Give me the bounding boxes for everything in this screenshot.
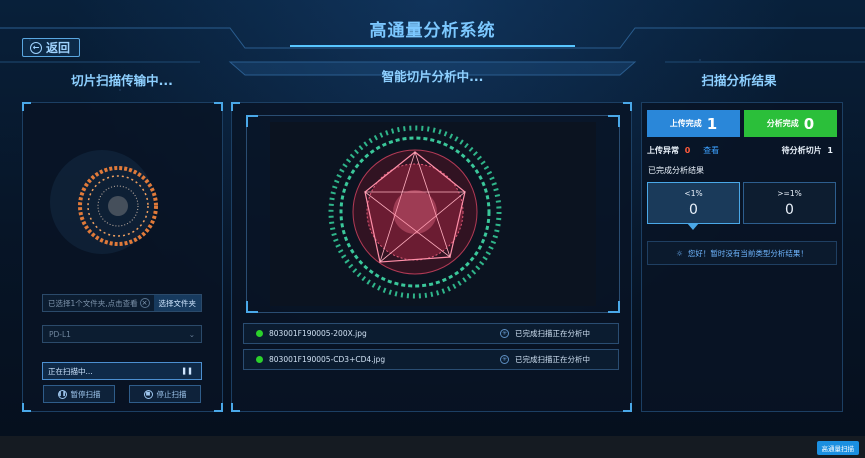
- corner-decoration: [214, 403, 223, 412]
- scan-progress-text: 正在扫描中...: [48, 366, 93, 376]
- choose-folder-button[interactable]: 选择文件夹: [153, 295, 201, 311]
- corner-decoration: [22, 102, 31, 111]
- view-link[interactable]: 查看: [703, 146, 719, 155]
- scan-progress-bar: 正在扫描中... ❚❚: [42, 362, 202, 380]
- status-dot: [256, 356, 263, 363]
- pause-icon: ❚❚: [181, 367, 193, 375]
- corner-decoration: [231, 102, 240, 111]
- status-dot: [256, 330, 263, 337]
- corner-decoration: [246, 301, 258, 313]
- analysis-sphere-animation: [270, 122, 596, 306]
- globe-icon: ✳: [500, 355, 509, 364]
- pause-circle-icon: ❚❚: [57, 389, 67, 399]
- upload-complete-label: 上传完成: [669, 119, 702, 128]
- result-label: >=1%: [777, 189, 802, 198]
- file-status: ✳ 已完成扫描正在分析中: [500, 328, 618, 339]
- folder-select-field[interactable]: 已选择1个文件夹,点击查看 × 选择文件夹: [42, 294, 202, 312]
- upload-error-label: 上传异常: [647, 146, 679, 155]
- corner-decoration: [231, 403, 240, 412]
- back-button[interactable]: ← 返回: [22, 38, 80, 57]
- upload-error-stat: 上传异常 0 查看: [647, 145, 719, 156]
- upload-error-count: 0: [684, 146, 691, 155]
- back-button-label: 返回: [46, 41, 71, 55]
- file-name: 803001F190005-CD3+CD4.jpg: [269, 355, 386, 364]
- result-label: <1%: [684, 189, 703, 198]
- scan-ring-animation: [50, 150, 158, 254]
- corner-decoration: [623, 102, 632, 111]
- result-tab-lt1[interactable]: <1% 0: [647, 182, 740, 224]
- file-status-text: 已完成扫描正在分析中: [515, 329, 590, 338]
- analysis-complete-button[interactable]: 分析完成 0: [744, 110, 837, 137]
- result-tab-ge1[interactable]: >=1% 0: [743, 182, 836, 224]
- file-name: 803001F190005-200X.jpg: [269, 329, 367, 338]
- upload-complete-count: 1: [706, 114, 718, 133]
- stop-scan-label: 停止扫描: [156, 389, 187, 399]
- stop-scan-button[interactable]: ■ 停止扫描: [129, 385, 201, 403]
- result-value: 0: [689, 202, 698, 218]
- center-section-title: 智能切片分析中...: [381, 69, 484, 84]
- pending-label: 待分析切片: [781, 146, 822, 155]
- completed-results-heading: 已完成分析结果: [648, 166, 704, 175]
- clear-icon[interactable]: ×: [139, 298, 150, 308]
- result-value: 0: [785, 202, 794, 218]
- marker-select-value: PD-L1: [49, 329, 71, 339]
- pending-count: 1: [827, 146, 833, 155]
- lightbulb-icon: ☼: [676, 248, 683, 258]
- corner-decoration: [623, 403, 632, 412]
- stop-circle-icon: ■: [143, 389, 153, 399]
- globe-icon: ✳: [500, 329, 509, 338]
- high-throughput-scan-button[interactable]: 高通量扫描: [816, 441, 859, 455]
- corner-decoration: [608, 301, 620, 313]
- pending-stat: 待分析切片 1: [782, 145, 833, 156]
- corner-decoration: [214, 102, 223, 111]
- no-results-notice: ☼ 您好！暂时没有当前类型分析结果！: [647, 241, 837, 265]
- pause-scan-button[interactable]: ❚❚ 暂停扫描: [43, 385, 115, 403]
- corner-decoration: [608, 115, 620, 127]
- file-status: ✳ 已完成扫描正在分析中: [500, 354, 618, 365]
- marker-select[interactable]: PD-L1 ⌄: [42, 325, 202, 343]
- corner-decoration: [246, 115, 258, 127]
- file-status-text: 已完成扫描正在分析中: [515, 355, 590, 364]
- file-row-1[interactable]: 803001F190005-200X.jpg ✳ 已完成扫描正在分析中: [243, 323, 619, 344]
- footer-bar: [0, 436, 865, 458]
- analysis-complete-count: 0: [803, 114, 815, 133]
- pause-scan-label: 暂停扫描: [70, 389, 101, 399]
- right-section-title: 扫描分析结果: [701, 73, 777, 88]
- folder-field-placeholder: 已选择1个文件夹,点击查看: [48, 298, 138, 308]
- chevron-down-icon: ⌄: [188, 329, 195, 339]
- analysis-complete-label: 分析完成: [766, 119, 799, 128]
- corner-decoration: [22, 403, 31, 412]
- notice-text: 您好！暂时没有当前类型分析结果！: [687, 248, 808, 258]
- active-tab-pointer-icon: [687, 223, 699, 230]
- left-section-title: 切片扫描传输中...: [71, 73, 173, 88]
- header: 高通量分析系统: [0, 0, 865, 76]
- back-arrow-icon: ←: [30, 41, 42, 54]
- upload-complete-button[interactable]: 上传完成 1: [647, 110, 740, 137]
- page-title: 高通量分析系统: [369, 21, 496, 41]
- file-row-2[interactable]: 803001F190005-CD3+CD4.jpg ✳ 已完成扫描正在分析中: [243, 349, 619, 370]
